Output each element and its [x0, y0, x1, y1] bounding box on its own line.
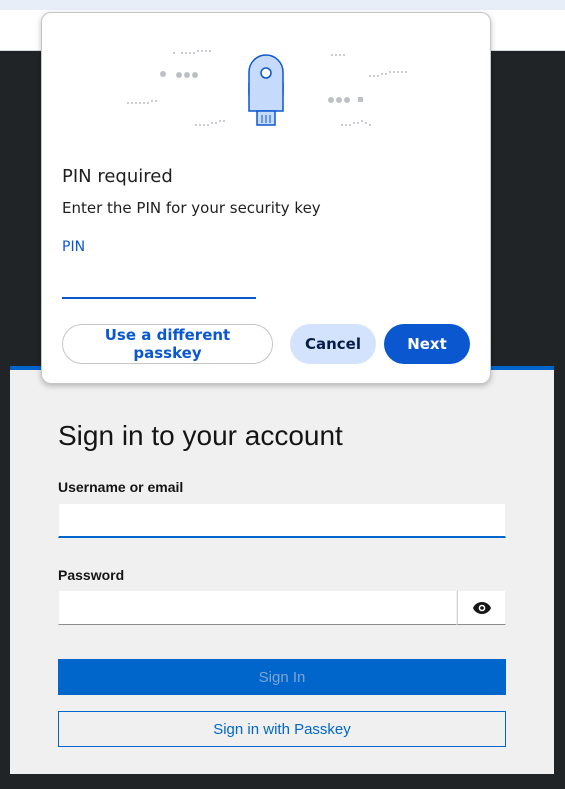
username-label: Username or email	[58, 479, 184, 495]
security-key-icon	[248, 54, 284, 126]
cancel-button[interactable]: Cancel	[290, 324, 376, 364]
username-input[interactable]	[58, 503, 506, 538]
login-title: Sign in to your account	[58, 420, 343, 451]
pin-dialog: PIN required Enter the PIN for your secu…	[41, 12, 491, 384]
sign-in-with-passkey-button[interactable]: Sign in with Passkey	[58, 711, 506, 747]
dialog-description: Enter the PIN for your security key	[62, 199, 321, 217]
pin-label: PIN	[62, 239, 86, 255]
use-different-passkey-button[interactable]: Use a different passkey	[62, 324, 273, 364]
security-key-illustration	[127, 50, 407, 126]
next-button[interactable]: Next	[384, 324, 470, 364]
sign-in-button[interactable]: Sign In	[58, 659, 506, 695]
show-password-button[interactable]	[457, 590, 506, 625]
login-card: Sign in to your account Username or emai…	[10, 366, 554, 774]
password-label: Password	[58, 567, 125, 583]
password-input[interactable]	[58, 590, 457, 625]
eye-icon	[472, 601, 491, 614]
dialog-title: PIN required	[62, 166, 173, 187]
pin-input[interactable]	[62, 267, 256, 299]
browser-top-strip	[0, 0, 565, 10]
